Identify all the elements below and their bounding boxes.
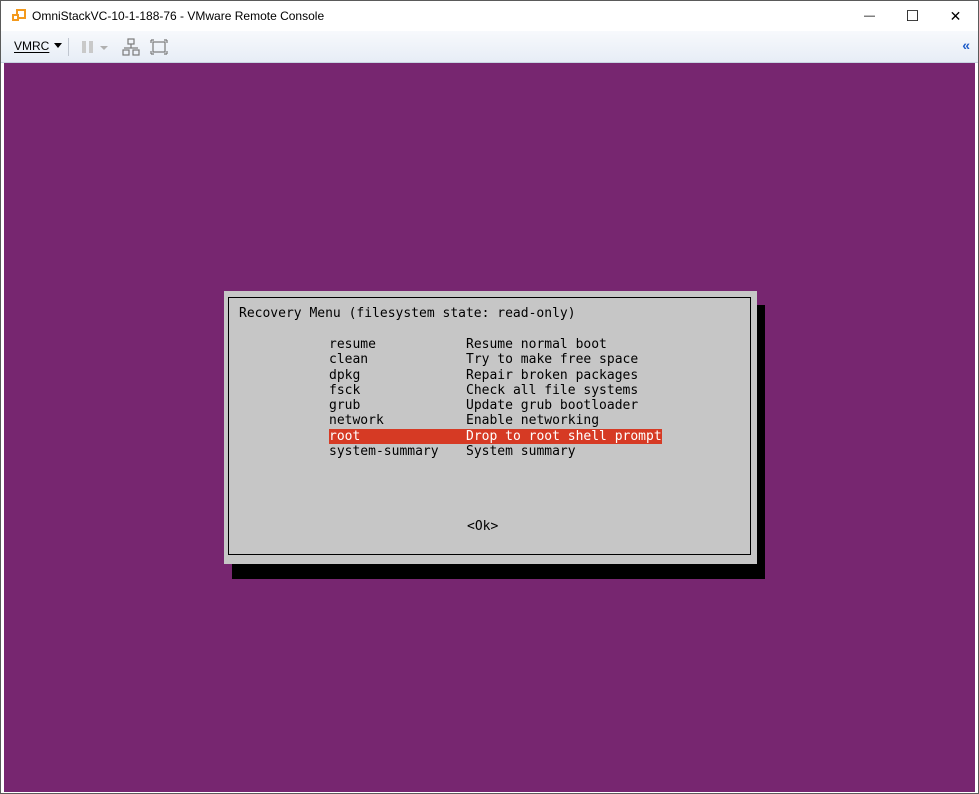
vmrc-dropdown-icon: [54, 43, 63, 48]
pause-dropdown-icon[interactable]: [99, 38, 109, 56]
toolbar-separator: [68, 38, 69, 56]
ok-button[interactable]: <Ok>: [467, 519, 498, 534]
menu-item-clean[interactable]: clean Try to make free space: [329, 352, 662, 367]
window-title: OmniStackVC-10-1-188-76 - VMware Remote …: [32, 9, 325, 23]
minimize-button[interactable]: —: [847, 1, 892, 31]
vmrc-menu-button[interactable]: VMRC: [14, 39, 63, 53]
menu-item-key: fsck: [329, 382, 361, 398]
vmware-app-icon: [12, 9, 26, 21]
maximize-button[interactable]: ☐: [890, 1, 935, 31]
collapse-icon[interactable]: «: [962, 37, 970, 53]
menu-item-system-summary[interactable]: system-summary System summary: [329, 444, 662, 459]
menu-item-key: resume: [329, 337, 376, 352]
vmrc-window: OmniStackVC-10-1-188-76 - VMware Remote …: [0, 0, 979, 794]
menu-item-key: root: [329, 428, 466, 445]
recovery-menu-dialog: Recovery Menu (filesystem state: read-on…: [224, 291, 757, 564]
menu-item-description: Try to make free space: [466, 352, 639, 368]
menu-item-description: Repair broken packages: [466, 367, 639, 383]
menu-item-description: Drop to root shell prompt: [466, 428, 662, 445]
recovery-menu-list: resume Resume normal boot clean Try to m…: [329, 337, 662, 459]
menu-item-root[interactable]: root Drop to root shell prompt: [329, 428, 662, 445]
title-bar[interactable]: OmniStackVC-10-1-188-76 - VMware Remote …: [1, 1, 978, 31]
fullscreen-icon[interactable]: [150, 38, 168, 56]
vmrc-menu-label: VMRC: [14, 39, 50, 53]
toolbar: VMRC «: [1, 31, 978, 63]
menu-item-network[interactable]: network Enable networking: [329, 413, 662, 428]
close-icon: ✕: [949, 7, 962, 24]
menu-item-key: system-summary: [329, 444, 439, 460]
menu-item-description: Check all file systems: [466, 382, 639, 398]
menu-item-dpkg[interactable]: dpkg Repair broken packages: [329, 368, 662, 383]
menu-item-resume[interactable]: resume Resume normal boot: [329, 337, 662, 352]
menu-item-key: grub: [329, 398, 361, 414]
menu-item-description: Enable networking: [466, 413, 600, 429]
menu-item-key: network: [329, 413, 384, 429]
dialog-title: Recovery Menu (filesystem state: read-on…: [239, 306, 576, 321]
pause-icon[interactable]: [79, 38, 97, 56]
minimize-icon: —: [864, 10, 875, 22]
menu-item-description: Resume normal boot: [466, 337, 607, 352]
menu-item-fsck[interactable]: fsck Check all file systems: [329, 383, 662, 398]
menu-item-description: Update grub bootloader: [466, 398, 639, 414]
menu-item-key: clean: [329, 352, 369, 368]
menu-item-description: System summary: [466, 444, 576, 460]
menu-item-grub[interactable]: grub Update grub bootloader: [329, 398, 662, 413]
close-button[interactable]: ✕: [933, 1, 978, 31]
network-icon[interactable]: [122, 38, 140, 56]
maximize-icon: ☐: [905, 8, 920, 25]
menu-item-key: dpkg: [329, 367, 361, 383]
